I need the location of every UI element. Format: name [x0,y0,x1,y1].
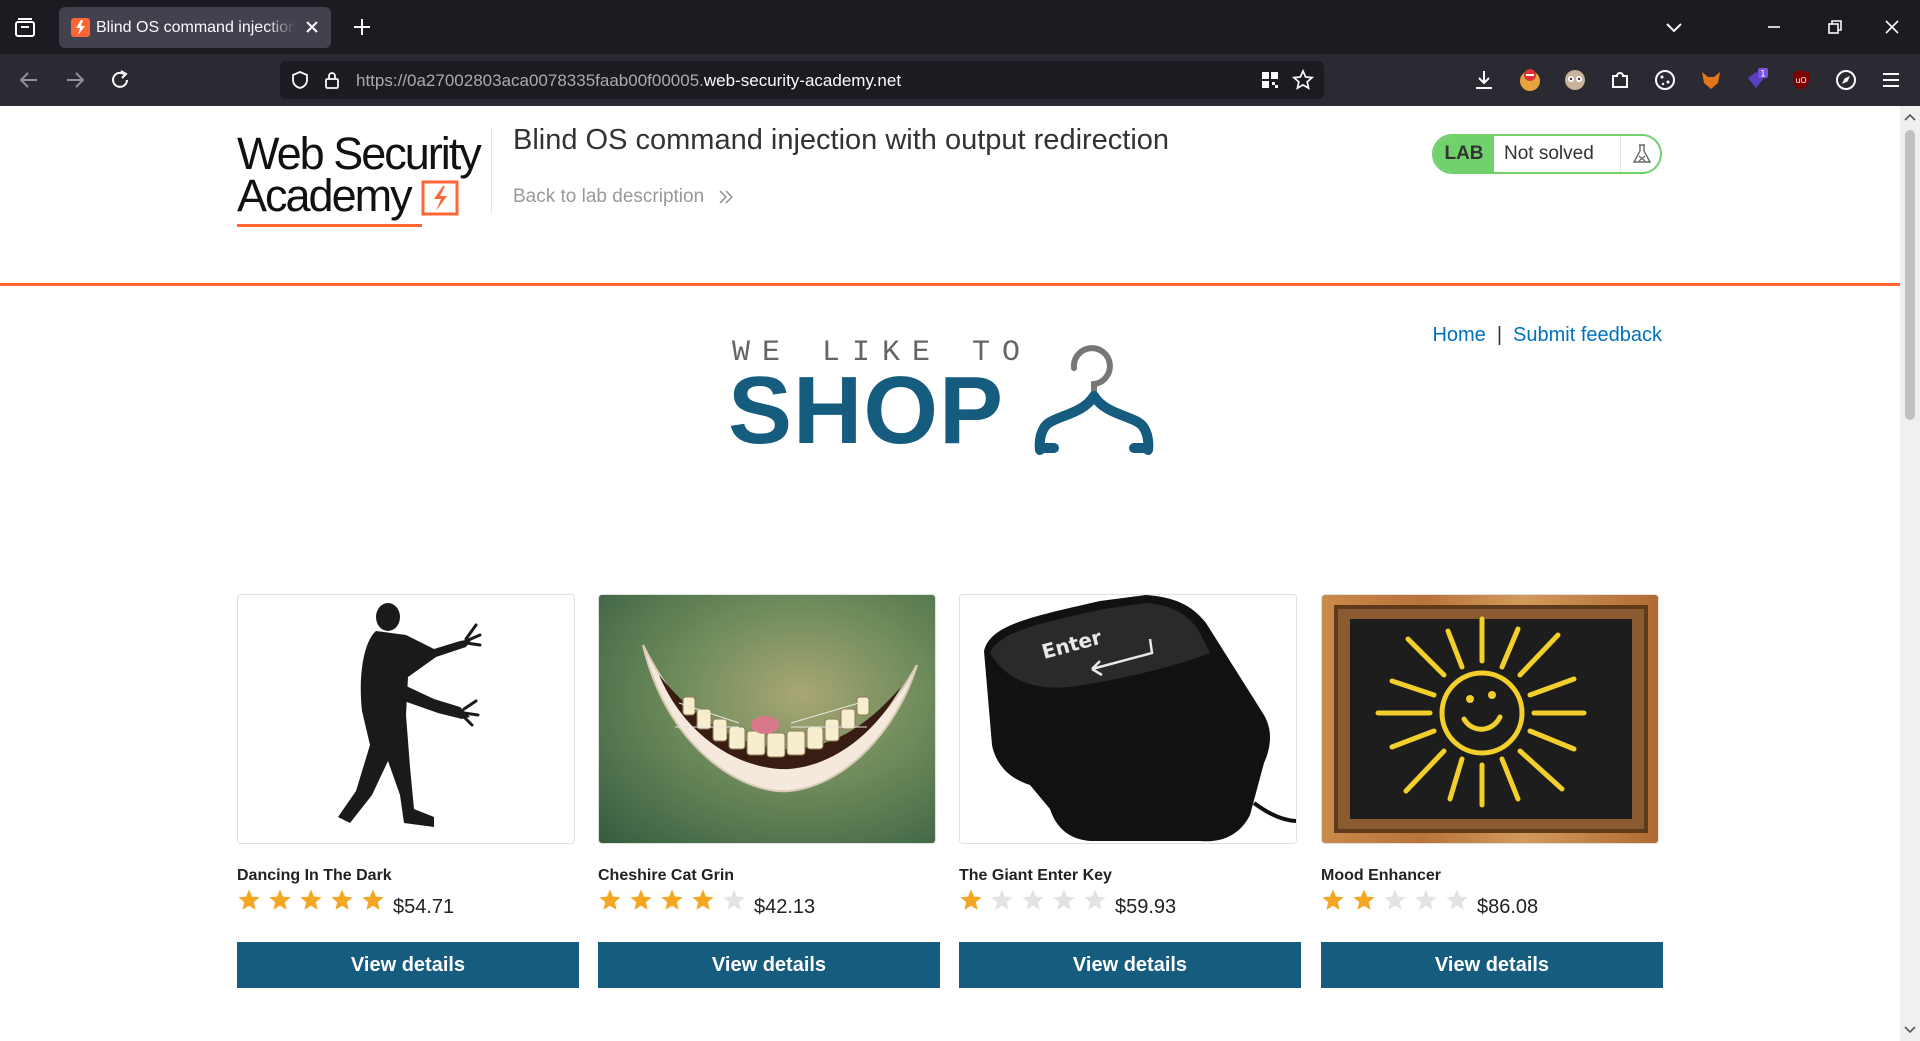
view-details-button[interactable]: View details [1321,942,1663,988]
submit-feedback-link[interactable]: Submit feedback [1513,324,1662,346]
star-icon [1022,889,1044,910]
bookmark-star-icon[interactable] [1292,69,1314,91]
scroll-down-arrow-icon[interactable] [1904,1025,1916,1035]
view-details-button[interactable]: View details [959,942,1301,988]
star-icon [599,889,621,910]
address-bar[interactable]: https://0a27002803aca0078335faab00f00005… [280,61,1324,99]
web-security-academy-logo[interactable]: Web Security Academy [237,128,487,228]
lab-status-divider [1620,136,1621,172]
downloads-icon[interactable] [1470,66,1498,94]
compass-icon[interactable] [1832,66,1860,94]
extensions-puzzle-icon[interactable] [1606,66,1634,94]
star-icon [238,889,260,910]
shield-icon[interactable] [290,70,310,90]
product-image-dancing-in-the-dark[interactable] [237,594,575,844]
fox-extension-icon[interactable] [1697,66,1725,94]
home-link[interactable]: Home [1432,324,1485,346]
lock-icon[interactable] [322,70,342,90]
browser-tab-active[interactable]: Blind OS command injection with output r… [59,7,331,48]
new-tab-icon[interactable] [350,15,374,39]
product-price: $86.08 [1477,896,1539,918]
star-icon [960,889,982,910]
top-navigation: Home | Submit feedback [1432,324,1662,347]
page-scrollbar[interactable] [1900,106,1920,1041]
star-rating [959,888,1119,918]
shop-banner: WE LIKE TO SHOP [728,336,1178,464]
url-text[interactable]: https://0a27002803aca0078335faab00f00005… [356,71,901,91]
svg-text:1: 1 [1760,70,1766,80]
tab-list-icon[interactable] [12,15,38,41]
double-chevron-right-icon [719,190,734,204]
star-icon [1084,889,1106,910]
star-icon [661,889,683,910]
view-details-button[interactable]: View details [237,942,579,988]
cookie-icon[interactable] [1651,66,1679,94]
forward-arrow-icon[interactable] [62,67,88,93]
star-icon [269,889,291,910]
nav-separator: | [1496,324,1503,346]
product-image-mood-enhancer[interactable] [1321,594,1659,844]
product-image-the-giant-enter-key[interactable]: Enter [959,594,1297,844]
star-rating [1321,888,1481,918]
browser-nav-bar: https://0a27002803aca0078335faab00f00005… [0,54,1920,106]
academy-bolt-icon [421,180,459,216]
star-icon [723,889,745,910]
back-arrow-icon[interactable] [16,67,42,93]
product-price: $54.71 [393,896,455,918]
lab-title: Blind OS command injection with output r… [513,124,1170,156]
flask-icon [1632,144,1652,163]
lab-badge: LAB [1434,136,1494,172]
star-icon [991,889,1013,910]
back-to-lab-description-link[interactable]: Back to lab description [513,186,735,208]
menu-hamburger-icon[interactable] [1877,66,1905,94]
star-icon [1415,889,1437,910]
chevron-down-icon[interactable] [1662,15,1686,39]
close-tab-icon[interactable] [303,18,321,36]
web-page: Web Security Academy Blind OS command in… [0,106,1900,1041]
ublock-origin-icon[interactable]: uO [1787,66,1815,94]
star-icon [1053,889,1075,910]
star-icon [630,889,652,910]
header-divider [491,128,492,214]
portswigger-favicon-icon [71,18,90,37]
qr-code-icon[interactable] [1260,70,1280,90]
logo-underline [237,224,422,227]
lab-status-text: Not solved [1504,143,1594,164]
star-icon [692,889,714,910]
product-price: $42.13 [754,896,816,918]
tab-title: Blind OS command injection with output r… [96,19,296,36]
star-rating [598,888,758,918]
star-icon [1353,889,1375,910]
product-name: Mood Enhancer [1321,867,1442,884]
close-window-icon[interactable] [1880,15,1904,39]
extension-face-icon[interactable] [1561,66,1589,94]
hanger-icon [1034,345,1154,455]
product-image-cheshire-cat-grin[interactable] [598,594,936,844]
svg-text:uO: uO [1795,76,1806,85]
restore-window-icon[interactable] [1822,15,1846,39]
banner-title: SHOP [728,357,1005,464]
star-icon [362,889,384,910]
extension-blocker-icon[interactable] [1516,66,1544,94]
scroll-up-arrow-icon[interactable] [1904,112,1916,122]
product-name: The Giant Enter Key [959,867,1112,884]
lab-status-widget: LAB Not solved [1432,134,1662,174]
scrollbar-thumb[interactable] [1905,130,1915,420]
view-details-button[interactable]: View details [598,942,940,988]
star-icon [331,889,353,910]
lab-header: Web Security Academy Blind OS command in… [0,106,1900,286]
star-icon [1446,889,1468,910]
extension-badge-icon[interactable]: 1 [1742,66,1770,94]
product-name: Cheshire Cat Grin [598,867,735,884]
star-icon [1384,889,1406,910]
product-price: $59.93 [1115,896,1177,918]
product-name: Dancing In The Dark [237,867,392,884]
star-icon [300,889,322,910]
browser-tab-bar: Blind OS command injection with output r… [0,0,1920,54]
star-rating [237,888,397,918]
star-icon [1322,889,1344,910]
reload-icon[interactable] [107,67,133,93]
minimize-window-icon[interactable] [1762,15,1786,39]
